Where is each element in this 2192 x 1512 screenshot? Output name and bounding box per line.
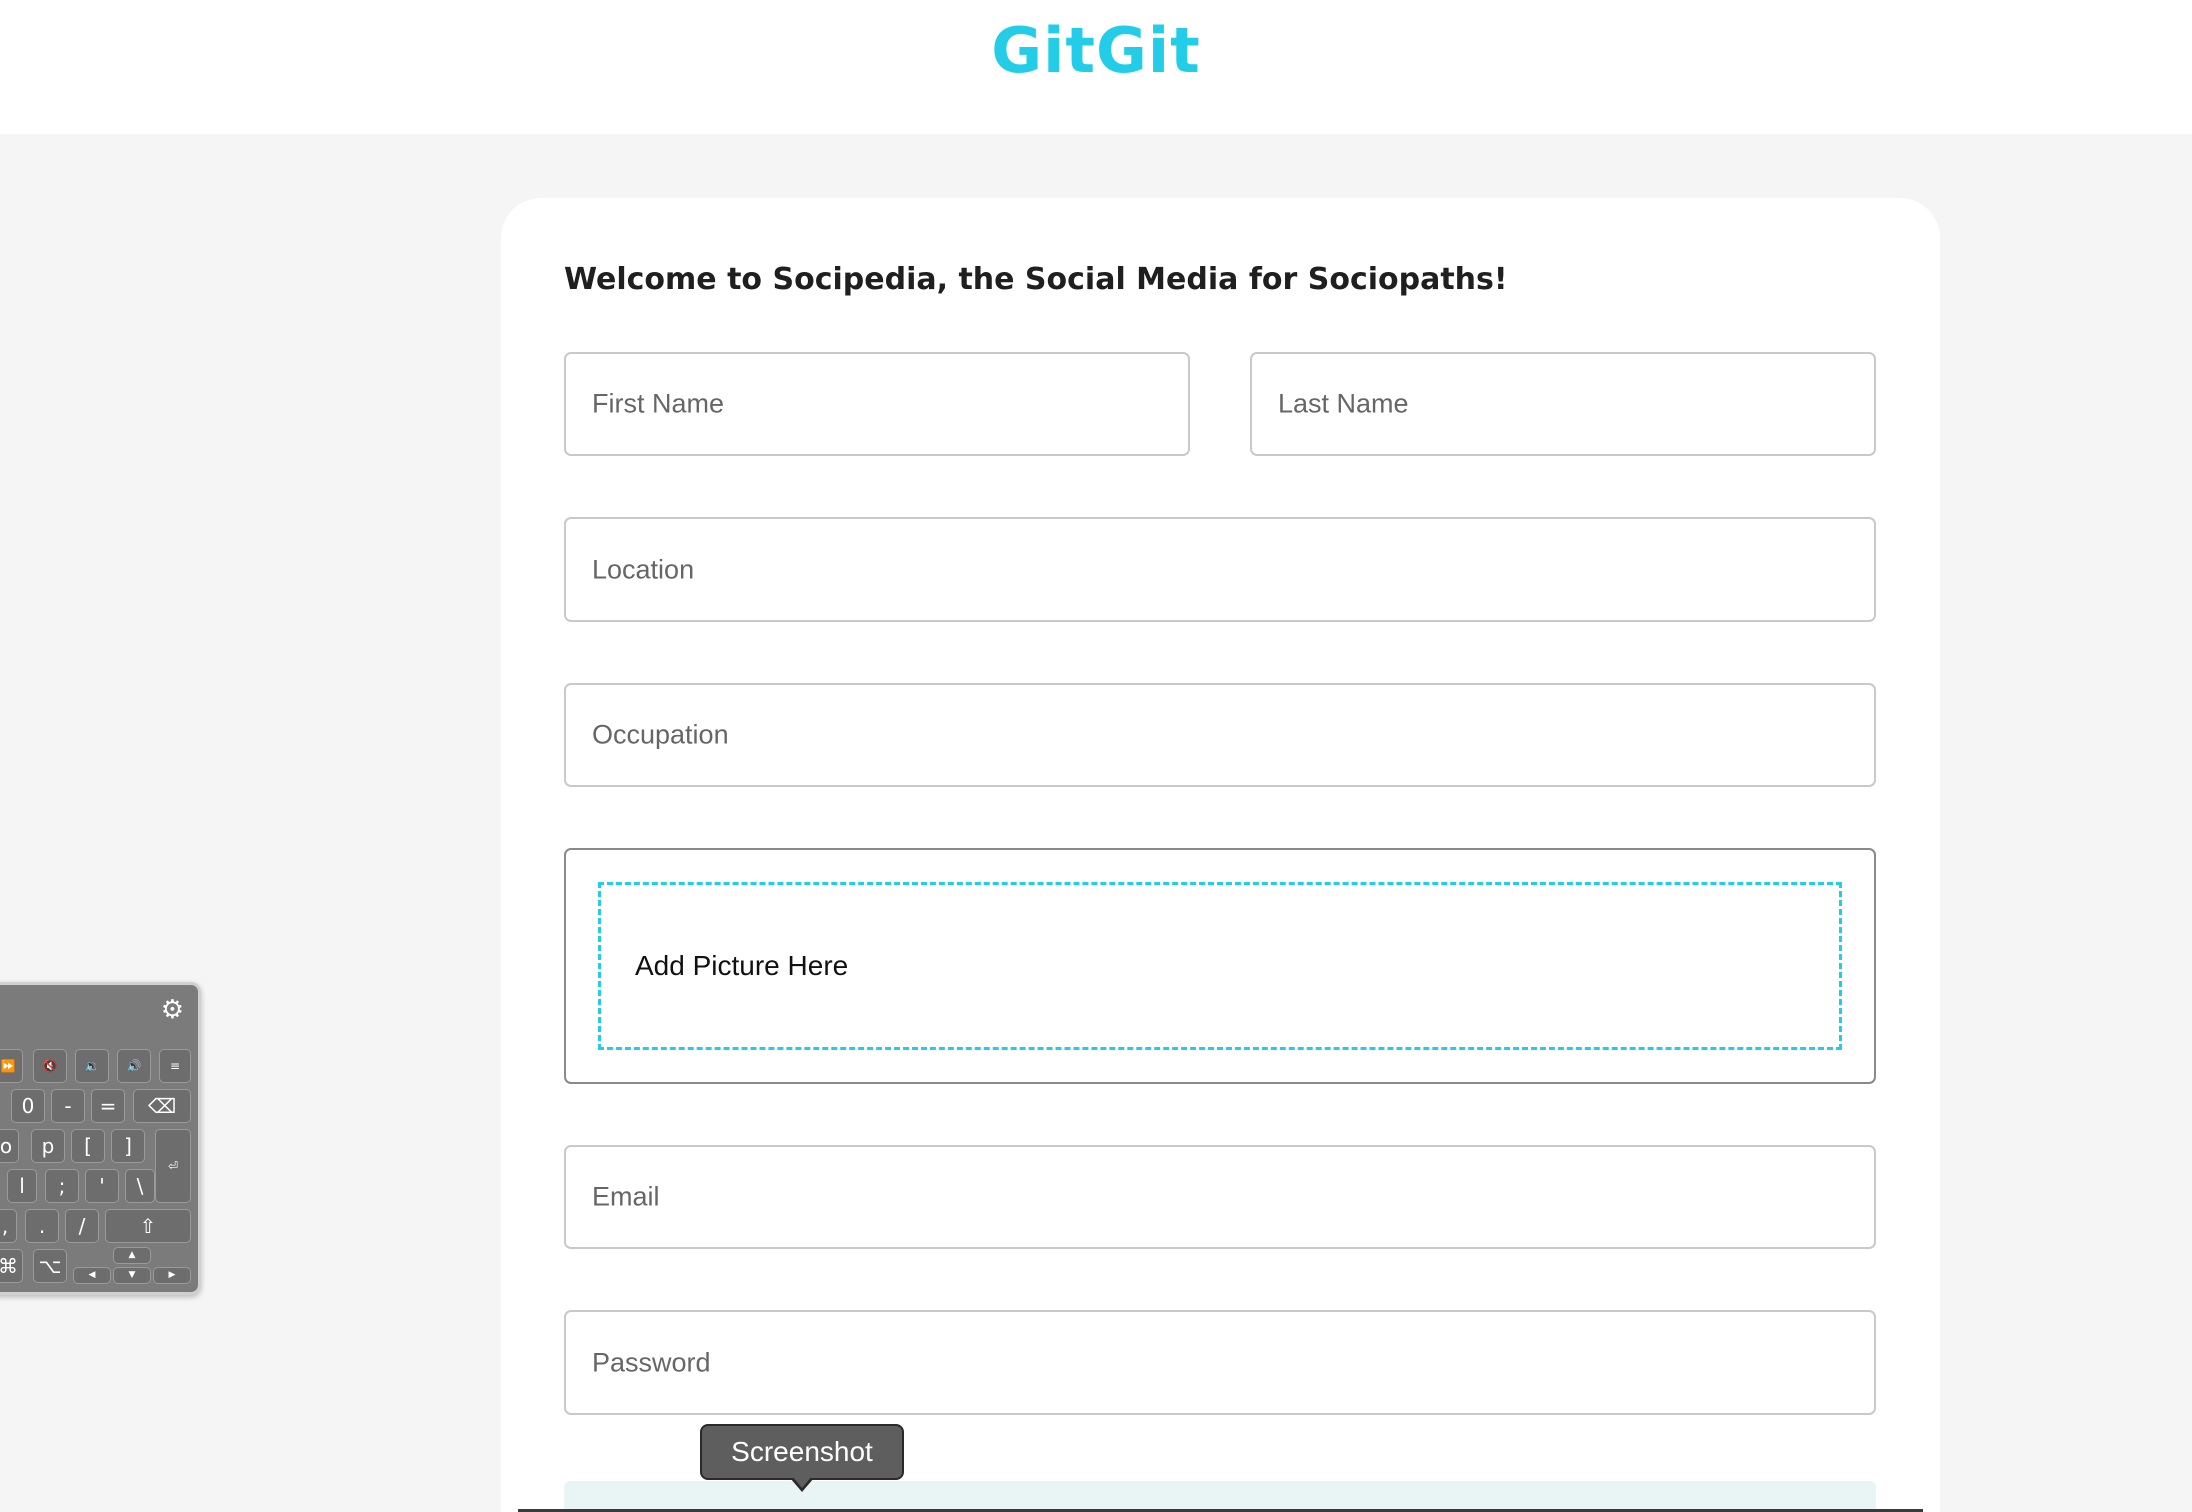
key-semicolon[interactable]: ;: [45, 1169, 79, 1203]
gear-icon[interactable]: ⚙: [161, 997, 184, 1023]
mute-key[interactable]: 🔇: [33, 1049, 67, 1083]
menu-key[interactable]: ≡: [159, 1049, 191, 1083]
fast-forward-key[interactable]: ⏩: [0, 1049, 23, 1083]
tooltip-pointer-fill: [792, 1476, 812, 1488]
arrow-left-key[interactable]: ◀: [73, 1267, 111, 1284]
arrow-down-key[interactable]: ▼: [113, 1267, 151, 1284]
register-button[interactable]: [564, 1481, 1876, 1512]
password-field[interactable]: Password: [564, 1310, 1876, 1415]
occupation-field[interactable]: Occupation: [564, 683, 1876, 787]
screenshot-tooltip: Screenshot: [700, 1424, 904, 1480]
key-equals[interactable]: =: [91, 1089, 125, 1123]
key-quote[interactable]: ': [85, 1169, 119, 1203]
location-field[interactable]: Location: [564, 517, 1876, 622]
key-period[interactable]: .: [25, 1209, 59, 1243]
return-key[interactable]: ⏎: [155, 1129, 191, 1203]
backspace-key[interactable]: ⌫: [133, 1089, 191, 1123]
key-comma[interactable]: ,: [0, 1209, 17, 1243]
key-open-bracket[interactable]: [: [71, 1129, 105, 1163]
last-name-field[interactable]: Last Name: [1250, 352, 1876, 456]
key-p[interactable]: p: [31, 1129, 65, 1163]
password-placeholder: Password: [592, 1347, 711, 1377]
picture-dropzone-label: Add Picture Here: [635, 950, 849, 981]
on-screen-keyboard: ⚙ ⏩ 🔇 🔉 🔊 ≡ 0 - = ⌫ o p [ ] ⏎ l ; ' \ , …: [0, 982, 201, 1295]
key-o[interactable]: o: [0, 1129, 19, 1163]
occupation-placeholder: Occupation: [592, 719, 729, 750]
command-key[interactable]: ⌘: [0, 1249, 23, 1283]
arrow-right-key[interactable]: ▶: [153, 1267, 191, 1284]
email-placeholder: Email: [592, 1181, 660, 1212]
key-l[interactable]: l: [7, 1169, 37, 1203]
picture-upload-box: Add Picture Here: [564, 848, 1876, 1084]
key-close-bracket[interactable]: ]: [111, 1129, 145, 1163]
location-placeholder: Location: [592, 554, 695, 584]
key-0[interactable]: 0: [11, 1089, 45, 1123]
volume-down-key[interactable]: 🔉: [75, 1049, 109, 1083]
email-field[interactable]: Email: [564, 1145, 1876, 1249]
key-backslash[interactable]: \: [125, 1169, 155, 1203]
last-name-placeholder: Last Name: [1278, 388, 1409, 419]
welcome-heading: Welcome to Socipedia, the Social Media f…: [564, 262, 1508, 297]
first-name-field[interactable]: First Name: [564, 352, 1190, 456]
registration-card: Welcome to Socipedia, the Social Media f…: [501, 198, 1940, 1512]
picture-dropzone[interactable]: Add Picture Here: [598, 882, 1842, 1050]
shift-key[interactable]: ⇧: [105, 1209, 191, 1243]
top-bar: GitGit: [0, 0, 2192, 134]
key-minus[interactable]: -: [51, 1089, 85, 1123]
app-logo[interactable]: GitGit: [0, 14, 2192, 87]
first-name-placeholder: First Name: [592, 388, 725, 419]
key-slash[interactable]: /: [65, 1209, 99, 1243]
arrow-up-key[interactable]: ▲: [113, 1247, 151, 1264]
option-key[interactable]: ⌥: [33, 1249, 67, 1283]
volume-up-key[interactable]: 🔊: [117, 1049, 151, 1083]
